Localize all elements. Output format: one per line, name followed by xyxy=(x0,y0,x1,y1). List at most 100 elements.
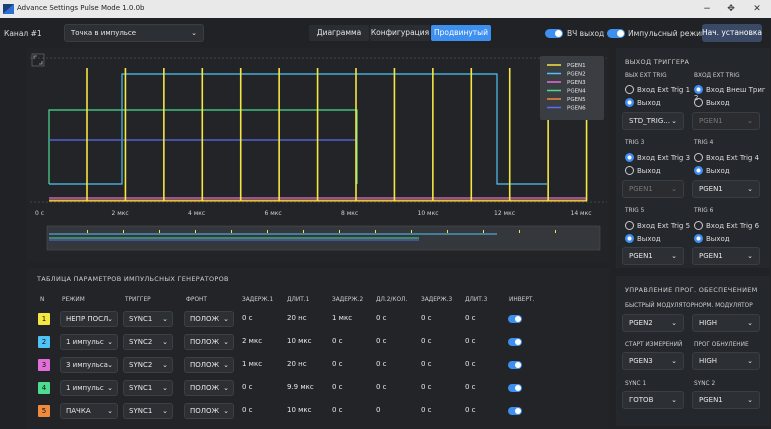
radio-trig6-out[interactable]: Выход xyxy=(694,234,730,243)
row-width2[interactable]: 0 с xyxy=(376,314,387,322)
row-delay1[interactable]: 0 с xyxy=(242,406,253,414)
row-width2[interactable]: 0 xyxy=(376,406,380,414)
trig5-source-select[interactable]: PGEN1 ⌄ xyxy=(622,247,684,265)
row-delay3[interactable]: 0 с xyxy=(421,360,432,368)
row-delay3[interactable]: 0 с xyxy=(421,314,432,322)
radio-ext-trig3-in[interactable]: Вход Ext Trig 3 xyxy=(625,153,690,162)
col-header-width2: ДЛ.2/КОЛ. xyxy=(376,297,408,303)
radio-ext-trig6-in[interactable]: Вход Ext Trig 6 xyxy=(694,221,759,230)
row-delay2[interactable]: 0 с xyxy=(332,383,343,391)
row-delay1[interactable]: 0 с xyxy=(242,383,253,391)
trig3-source-select[interactable]: PGEN1 ⌄ xyxy=(622,180,684,198)
col-header-width1: ДЛИТ.1 xyxy=(287,297,310,303)
radio-trig2-out[interactable]: Выход xyxy=(694,98,730,107)
row-trigger-select[interactable]: SYNC2 ⌄ xyxy=(123,334,173,350)
row-width3[interactable]: 0 с xyxy=(465,406,476,414)
row-delay2[interactable]: 1 мкс xyxy=(332,314,352,322)
row-delay1[interactable]: 1 мкс xyxy=(242,360,262,368)
row-invert-toggle[interactable] xyxy=(508,338,522,346)
initial-setup-button[interactable]: Нач. установка xyxy=(702,24,762,42)
row-invert-toggle[interactable] xyxy=(508,384,522,392)
row-width2[interactable]: 0 с xyxy=(376,383,387,391)
rf-output-toggle[interactable] xyxy=(545,29,563,38)
radio-trig4-out[interactable]: Выход xyxy=(694,166,730,175)
row-edge-select[interactable]: ПОЛОЖ ⌄ xyxy=(184,311,234,327)
row-trigger-select[interactable]: SYNC1 ⌄ xyxy=(123,380,173,396)
radio-ext-trig1-in[interactable]: Вход Ext Trig 1 xyxy=(625,85,690,94)
measure-start-select[interactable]: PGEN3 ⌄ xyxy=(622,352,684,370)
row-invert-toggle[interactable] xyxy=(508,361,522,369)
overview-pulse-mark xyxy=(519,230,520,233)
row-trigger-select[interactable]: SYNC1 ⌄ xyxy=(123,403,173,419)
row-width3[interactable]: 0 с xyxy=(465,314,476,322)
radio-label: Выход xyxy=(637,167,661,175)
trig2-source-select[interactable]: PGEN1 ⌄ xyxy=(692,112,760,130)
row-width2[interactable]: 0 с xyxy=(376,360,387,368)
row-invert-toggle[interactable] xyxy=(508,315,522,323)
row-delay1[interactable]: 2 мкс xyxy=(242,337,262,345)
radio-trig5-out[interactable]: Выход xyxy=(625,234,661,243)
trig6-source-select[interactable]: PGEN1 ⌄ xyxy=(692,247,760,265)
legend-entry: PGEN5 xyxy=(567,97,586,103)
radio-ext-trig4-in[interactable]: Вход Ext Trig 4 xyxy=(694,153,759,162)
row-width1[interactable]: 20 нс xyxy=(287,360,307,368)
minimize-button[interactable]: − xyxy=(698,2,716,16)
select-value: HIGH xyxy=(699,319,718,327)
row-width2[interactable]: 0 с xyxy=(376,337,387,345)
sync2-select[interactable]: PGEN1 ⌄ xyxy=(692,391,760,409)
trig4-source-select[interactable]: PGEN1 ⌄ xyxy=(692,180,760,198)
close-button[interactable]: ✕ xyxy=(748,2,766,16)
fast-modulator-label: БЫСТРЫЙ МОДУЛЯТОР xyxy=(625,303,695,309)
norm-modulator-select[interactable]: HIGH ⌄ xyxy=(692,314,760,332)
prog-update-select[interactable]: HIGH ⌄ xyxy=(692,352,760,370)
radio-ext-trig5-in[interactable]: Вход Ext Trig 5 xyxy=(625,221,690,230)
row-mode-select[interactable]: 1 импульс ⌄ xyxy=(60,334,118,350)
row-width3[interactable]: 0 с xyxy=(465,337,476,345)
row-delay3[interactable]: 0 с xyxy=(421,406,432,414)
radio-trig1-out[interactable]: Выход xyxy=(625,98,661,107)
row-mode-select[interactable]: 1 импульс ⌄ xyxy=(60,380,118,396)
expand-icon[interactable] xyxy=(31,53,45,67)
fast-modulator-select[interactable]: PGEN2 ⌄ xyxy=(622,314,684,332)
row-trigger-select[interactable]: SYNC2 ⌄ xyxy=(123,357,173,373)
row-number-badge: 3 xyxy=(38,359,50,371)
radio-trig3-out[interactable]: Выход xyxy=(625,166,661,175)
row-width3[interactable]: 0 с xyxy=(465,383,476,391)
chevron-down-icon: ⌄ xyxy=(747,357,753,365)
sync1-select[interactable]: ГОТОВ ⌄ xyxy=(622,391,684,409)
row-invert-toggle[interactable] xyxy=(508,407,522,415)
row-delay3[interactable]: 0 с xyxy=(421,383,432,391)
row-edge-select[interactable]: ПОЛОЖ ⌄ xyxy=(184,403,234,419)
maximize-button[interactable]: ✥ xyxy=(722,2,740,16)
row-width1[interactable]: 9.9 мкс xyxy=(287,383,314,391)
row-delay1[interactable]: 0 с xyxy=(242,314,253,322)
row-mode-select[interactable]: НЕПР ПОСЛ ⌄ xyxy=(60,311,118,327)
norm-modulator-label: НОРМ. МОДУЛЯТОР xyxy=(694,303,753,309)
channel-mode-select[interactable]: Точка в импульсе ⌄ xyxy=(64,24,204,42)
pulse-mode-toggle[interactable] xyxy=(607,29,625,38)
tab-advanced[interactable]: Продвинутый xyxy=(431,25,491,41)
row-delay2[interactable]: 0 с xyxy=(332,360,343,368)
row-width3[interactable]: 0 с xyxy=(465,360,476,368)
row-edge-select[interactable]: ПОЛОЖ ⌄ xyxy=(184,357,234,373)
row-width1[interactable]: 10 мкс xyxy=(287,337,312,345)
tab-diagram[interactable]: Диаграмма xyxy=(309,25,369,41)
row-trigger-select[interactable]: SYNC1 ⌄ xyxy=(123,311,173,327)
radio-label: Вход Ext Trig 5 xyxy=(637,222,691,230)
row-width1[interactable]: 20 нс xyxy=(287,314,307,322)
row-mode-select[interactable]: 3 импульса ⌄ xyxy=(60,357,118,373)
channel-mode-value: Точка в импульсе xyxy=(71,29,137,37)
row-edge-select[interactable]: ПОЛОЖ ⌄ xyxy=(184,334,234,350)
row-mode-select[interactable]: ПАЧКА ⌄ xyxy=(60,403,118,419)
tab-configuration[interactable]: Конфигурация xyxy=(370,25,430,41)
select-value: PGEN2 xyxy=(629,319,653,327)
row-delay2[interactable]: 0 с xyxy=(332,406,343,414)
row-delay3[interactable]: 0 с xyxy=(421,337,432,345)
x-tick-label: 2 мкс xyxy=(112,210,129,217)
row-edge-select[interactable]: ПОЛОЖ ⌄ xyxy=(184,380,234,396)
row-width1[interactable]: 10 мкс xyxy=(287,406,312,414)
select-value: PGEN3 xyxy=(629,357,653,365)
row-delay2[interactable]: 0 с xyxy=(332,337,343,345)
trig1-source-select[interactable]: STD_TRIG... ⌄ xyxy=(622,112,684,130)
select-value: ПОЛОЖ xyxy=(190,315,220,323)
